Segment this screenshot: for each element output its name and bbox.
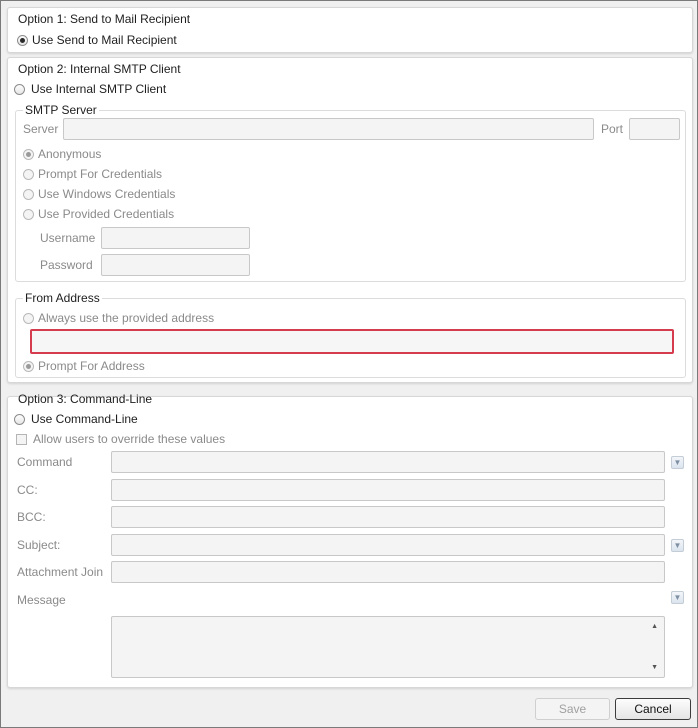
username-label: Username bbox=[40, 231, 96, 245]
allow-override-label[interactable]: Allow users to override these values bbox=[33, 432, 225, 446]
command-dropdown-icon[interactable]: ▼ bbox=[671, 456, 684, 469]
always-use-address-radio[interactable] bbox=[23, 313, 34, 324]
password-input[interactable] bbox=[101, 254, 250, 276]
smtp-server-legend: SMTP Server bbox=[23, 103, 99, 117]
server-label: Server bbox=[23, 122, 59, 136]
attachment-join-input[interactable] bbox=[111, 561, 665, 583]
server-input[interactable] bbox=[63, 118, 594, 140]
from-address-legend: From Address bbox=[23, 291, 102, 305]
scroll-up-icon[interactable]: ▲ bbox=[651, 623, 658, 630]
prompt-for-address-label[interactable]: Prompt For Address bbox=[38, 359, 145, 373]
from-address-group: From Address Always use the provided add… bbox=[15, 291, 686, 378]
password-label: Password bbox=[40, 258, 93, 272]
option2-title: Option 2: Internal SMTP Client bbox=[18, 62, 181, 76]
send-to-mail-recipient-radio[interactable] bbox=[17, 35, 28, 46]
cc-input[interactable] bbox=[111, 479, 665, 501]
command-line-label[interactable]: Use Command-Line bbox=[31, 412, 138, 426]
bcc-input[interactable] bbox=[111, 506, 665, 528]
bcc-label: BCC: bbox=[17, 510, 46, 524]
cancel-button[interactable]: Cancel bbox=[615, 698, 691, 720]
option2-panel: Option 2: Internal SMTP Client Use Inter… bbox=[7, 57, 693, 383]
port-label: Port bbox=[601, 122, 624, 136]
subject-input[interactable] bbox=[111, 534, 665, 556]
auth-provided-credentials-label[interactable]: Use Provided Credentials bbox=[38, 207, 174, 221]
port-input[interactable] bbox=[629, 118, 680, 140]
option1-title: Option 1: Send to Mail Recipient bbox=[18, 12, 191, 26]
message-textarea[interactable]: ▲ ▼ bbox=[111, 616, 665, 678]
message-dropdown-icon[interactable]: ▼ bbox=[671, 591, 684, 604]
subject-label: Subject: bbox=[17, 538, 61, 552]
option1-panel: Option 1: Send to Mail Recipient Use Sen… bbox=[7, 7, 693, 53]
prompt-for-address-radio[interactable] bbox=[23, 361, 34, 372]
scroll-down-icon[interactable]: ▼ bbox=[651, 664, 658, 671]
auth-anonymous-label[interactable]: Anonymous bbox=[38, 147, 101, 161]
allow-override-checkbox[interactable] bbox=[16, 434, 27, 445]
from-address-input[interactable] bbox=[30, 329, 674, 354]
option3-title: Option 3: Command-Line bbox=[18, 392, 153, 406]
username-input[interactable] bbox=[101, 227, 250, 249]
cc-label: CC: bbox=[17, 483, 38, 497]
send-to-mail-recipient-label[interactable]: Use Send to Mail Recipient bbox=[32, 33, 177, 47]
command-input[interactable] bbox=[111, 451, 665, 473]
option3-panel: Option 3: Command-Line Use Command-Line … bbox=[7, 392, 693, 688]
save-button[interactable]: Save bbox=[535, 698, 610, 720]
email-settings-dialog: Option 1: Send to Mail Recipient Use Sen… bbox=[0, 0, 698, 728]
command-label: Command bbox=[17, 455, 73, 469]
always-use-address-label[interactable]: Always use the provided address bbox=[38, 311, 214, 325]
auth-anonymous-radio[interactable] bbox=[23, 149, 34, 160]
auth-provided-credentials-radio[interactable] bbox=[23, 209, 34, 220]
command-line-radio[interactable] bbox=[14, 414, 25, 425]
auth-prompt-credentials-radio[interactable] bbox=[23, 169, 34, 180]
message-label: Message bbox=[17, 593, 66, 607]
auth-prompt-credentials-label[interactable]: Prompt For Credentials bbox=[38, 167, 162, 181]
smtp-server-group: SMTP Server Server Port Anonymous Prompt… bbox=[15, 103, 686, 282]
auth-windows-credentials-radio[interactable] bbox=[23, 189, 34, 200]
internal-smtp-client-radio[interactable] bbox=[14, 84, 25, 95]
internal-smtp-client-label[interactable]: Use Internal SMTP Client bbox=[31, 82, 166, 96]
subject-dropdown-icon[interactable]: ▼ bbox=[671, 539, 684, 552]
auth-windows-credentials-label[interactable]: Use Windows Credentials bbox=[38, 187, 175, 201]
attachment-join-label: Attachment Join bbox=[17, 565, 104, 579]
